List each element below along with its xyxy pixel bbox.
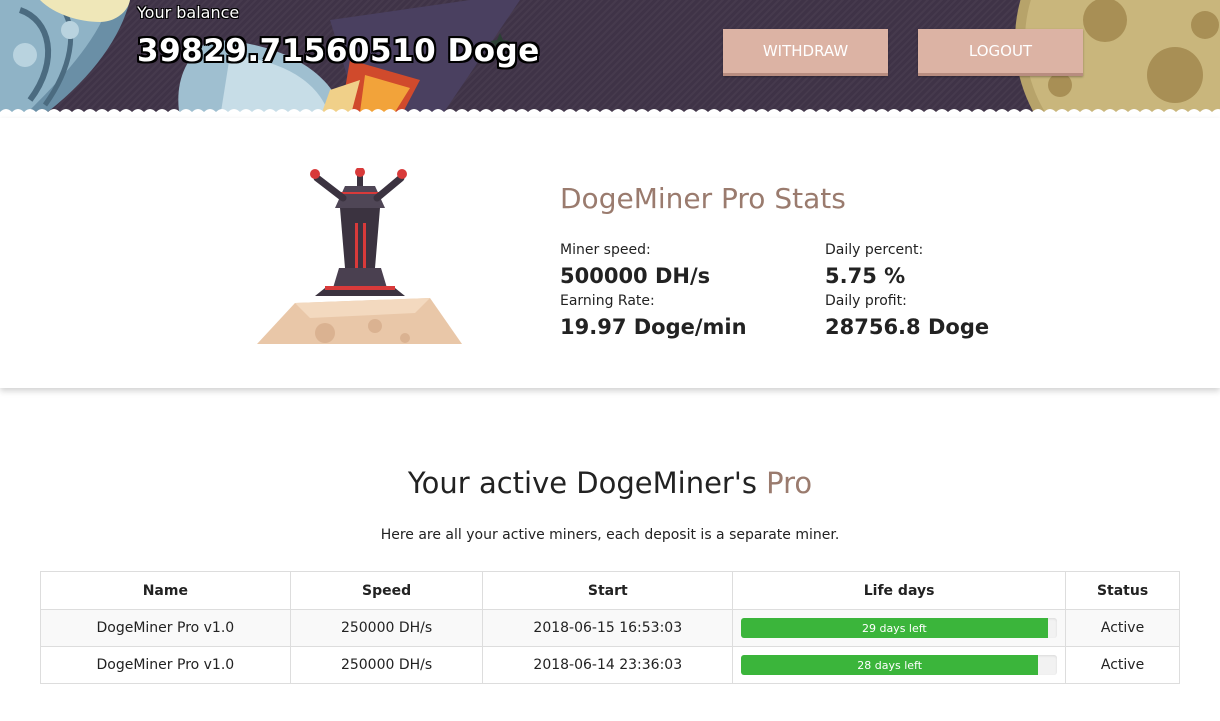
miner-speed-value: 500000 DH/s — [560, 264, 711, 288]
daily-profit-value: 28756.8 Doge — [825, 315, 990, 339]
header-wave-edge — [0, 109, 1220, 118]
header: Your balance 39829.71560510 Doge WITHDRA… — [0, 0, 1220, 118]
miner-life: 28 days left — [732, 646, 1067, 684]
earning-rate-value: 19.97 Doge/min — [560, 315, 747, 339]
miners-table: Name Speed Start Life days Status DogeMi… — [40, 571, 1180, 684]
column-header-status: Status — [1065, 571, 1180, 610]
miner-start: 2018-06-15 16:53:03 — [482, 609, 734, 647]
balance-label: Your balance — [137, 3, 240, 22]
stats-title: DogeMiner Pro Stats — [560, 182, 846, 215]
status-badge: Active — [1065, 646, 1180, 684]
logout-button[interactable]: LOGOUT — [918, 29, 1083, 76]
balance-value: 39829.71560510 Doge — [137, 33, 540, 69]
table-row: DogeMiner Pro v1.0 250000 DH/s 2018-06-1… — [40, 609, 1180, 647]
status-badge: Active — [1065, 609, 1180, 647]
column-header-name: Name — [40, 571, 291, 610]
daily-profit-label: Daily profit: — [825, 293, 907, 309]
life-progress-fill: 29 days left — [741, 618, 1048, 638]
life-progress-fill: 28 days left — [741, 655, 1039, 675]
miner-name: DogeMiner Pro v1.0 — [40, 609, 291, 647]
withdraw-button[interactable]: WITHDRAW — [723, 29, 888, 76]
column-header-speed: Speed — [289, 571, 484, 610]
active-miners-subtitle: Here are all your active miners, each de… — [380, 527, 840, 543]
life-progress-bar: 28 days left — [741, 655, 1058, 675]
table-row: DogeMiner Pro v1.0 250000 DH/s 2018-06-1… — [40, 646, 1180, 684]
active-miners-title-accent: Pro — [766, 466, 813, 500]
miner-life: 29 days left — [732, 609, 1067, 647]
miner-tower-icon — [257, 168, 462, 344]
miner-start: 2018-06-14 23:36:03 — [482, 646, 734, 684]
daily-percent-label: Daily percent: — [825, 242, 924, 258]
stats-panel: DogeMiner Pro Stats Miner speed: 500000 … — [0, 118, 1220, 388]
miner-name: DogeMiner Pro v1.0 — [40, 646, 291, 684]
miner-speed: 250000 DH/s — [289, 609, 484, 647]
column-header-life-days: Life days — [732, 571, 1067, 610]
active-miners-title-main: Your active DogeMiner's — [407, 466, 767, 500]
earning-rate-label: Earning Rate: — [560, 293, 655, 309]
miner-speed-label: Miner speed: — [560, 242, 651, 258]
life-progress-bar: 29 days left — [741, 618, 1058, 638]
daily-percent-value: 5.75 % — [825, 264, 906, 288]
table-header-row: Name Speed Start Life days Status — [40, 571, 1180, 610]
miner-speed: 250000 DH/s — [289, 646, 484, 684]
active-miners-title: Your active DogeMiner's Pro — [0, 466, 1220, 500]
column-header-start: Start — [482, 571, 734, 610]
